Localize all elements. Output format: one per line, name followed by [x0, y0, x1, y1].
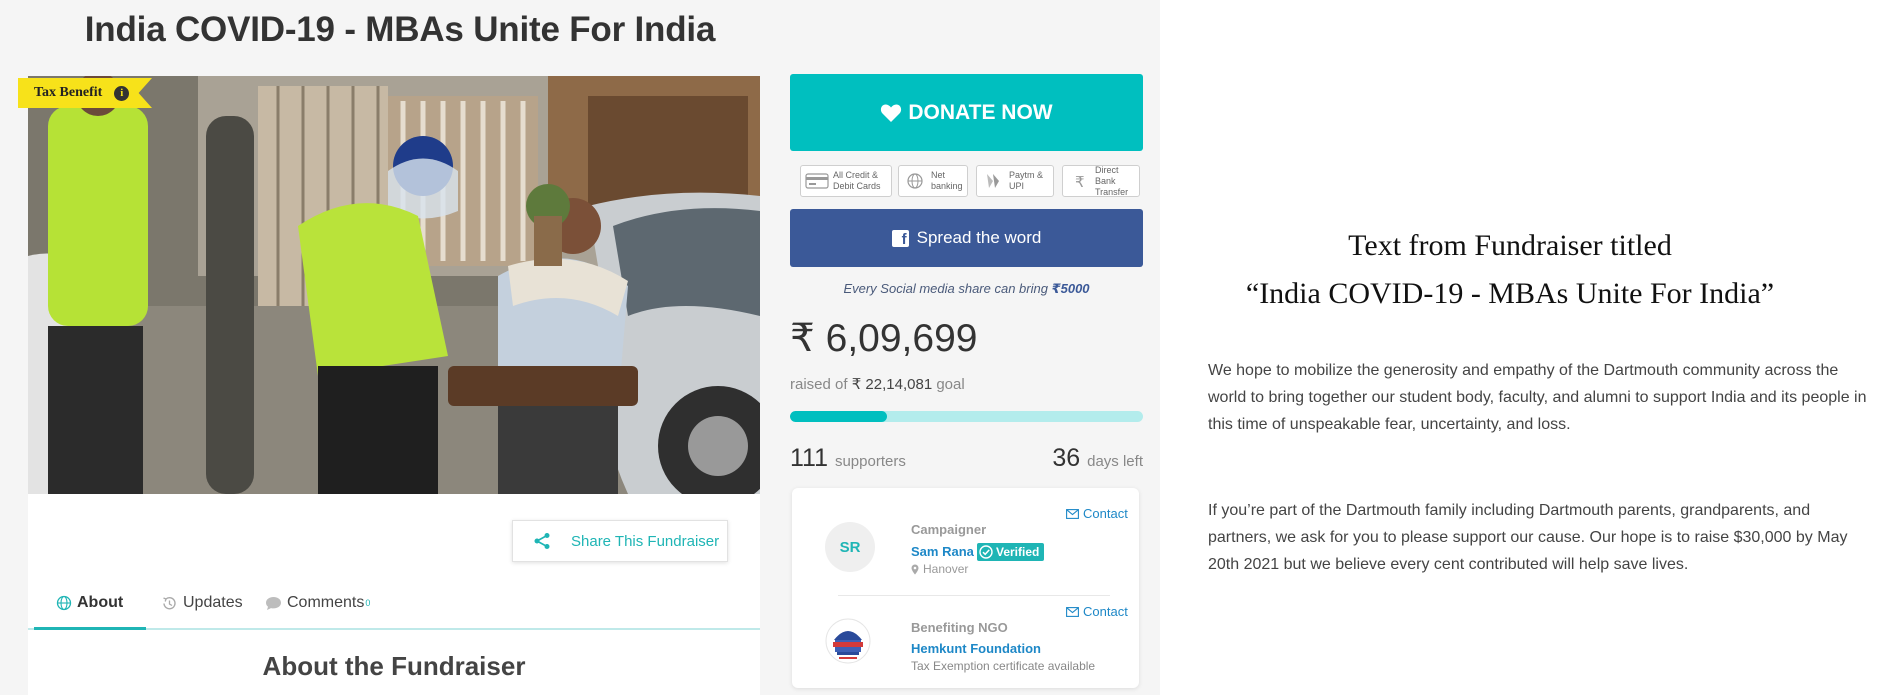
supporters-count: 111 [790, 444, 829, 472]
card-divider [838, 595, 1110, 596]
share-icon [534, 533, 550, 549]
active-tab-indicator [34, 627, 146, 630]
globe-icon [907, 173, 923, 189]
tab-updates[interactable]: Updates [161, 594, 243, 612]
tax-benefit-label: Tax Benefit [34, 85, 103, 100]
payment-option-upi: Paytm & UPI [976, 165, 1054, 197]
ngo-name[interactable]: Hemkunt Foundation [911, 641, 1041, 656]
avatar: SR [825, 522, 875, 572]
tax-benefit-badge[interactable]: Tax Benefit i [18, 78, 152, 108]
goal-prefix: raised of [790, 376, 848, 393]
supporters-stat: 111 supporters [790, 444, 906, 473]
campaigner-location: Hanover [911, 562, 968, 576]
tab-updates-label: Updates [183, 594, 243, 611]
supporters-label: supporters [834, 453, 906, 470]
payment-bank-line2: Transfer [1095, 186, 1129, 197]
days-left-stat: 36 days left [900, 444, 1143, 473]
heart-icon [881, 103, 902, 122]
days-count: 36 [1052, 444, 1081, 472]
payment-options: All Credit & Debit Cards Net banking Pay… [800, 165, 1140, 199]
ngo-tax-note: Tax Exemption certificate available [911, 659, 1096, 673]
facebook-icon: f [891, 229, 909, 247]
mail-icon [1066, 508, 1079, 519]
campaigner-contact-label: Contact [1083, 506, 1128, 521]
comment-icon [266, 596, 281, 610]
payment-upi-line1: Paytm & [1009, 170, 1044, 180]
verified-label: Verified [996, 545, 1040, 559]
fundraiser-photo [28, 76, 760, 494]
history-icon [163, 596, 176, 609]
rupee-icon: ₹ [1075, 173, 1085, 190]
campaigner-location-label: Hanover [923, 562, 969, 576]
right-panel-title: Text from Fundraiser titled “India COVID… [1180, 222, 1840, 318]
payment-cards-line1: All Credit & [833, 170, 879, 180]
location-pin-icon [911, 564, 919, 574]
right-panel-title-line1: Text from Fundraiser titled [1348, 229, 1672, 262]
ngo-contact-link[interactable]: Contact [1066, 604, 1128, 619]
share-fundraiser-label: Share This Fundraiser [571, 532, 720, 550]
payment-option-bank: ₹ Direct Bank Transfer [1062, 165, 1140, 197]
ngo-logo [825, 618, 871, 664]
right-panel-title-line2: “India COVID-19 - MBAs Unite For India” [1245, 277, 1775, 310]
spread-the-word-button[interactable]: f Spread the word [790, 209, 1143, 267]
social-share-text: Every Social media share can bring [843, 281, 1052, 296]
fundraiser-tabs: About Updates Comments 0 [28, 584, 760, 630]
campaigner-role: Campaigner [911, 522, 987, 537]
check-circle-icon [979, 545, 993, 559]
payment-cards-line2: Debit Cards [833, 181, 881, 191]
goal-amount: ₹ 22,14,081 [851, 376, 933, 393]
social-share-amount: ₹5000 [1051, 281, 1090, 296]
comments-count: 0 [365, 598, 371, 608]
days-label: days left [1087, 453, 1143, 470]
payment-option-netbanking: Net banking [898, 165, 968, 197]
campaigner-name[interactable]: Sam Rana [911, 544, 974, 559]
mail-icon [1066, 606, 1079, 617]
about-heading: About the Fundraiser [262, 651, 526, 681]
ngo-contact-label: Contact [1083, 604, 1128, 619]
upi-icon [987, 174, 999, 188]
social-share-note: Every Social media share can bring ₹5000 [790, 281, 1143, 297]
payment-upi-line2: UPI [1009, 181, 1025, 191]
campaigner-contact-link[interactable]: Contact [1066, 506, 1128, 521]
progress-fill [790, 411, 888, 422]
info-icon[interactable]: i [114, 85, 130, 101]
share-fundraiser-button[interactable]: Share This Fundraiser [512, 520, 728, 562]
page-title: India COVID-19 - MBAs Unite For India [84, 10, 716, 49]
payment-netbanking-line1: Net [931, 170, 946, 180]
spread-the-word-label: Spread the word [916, 228, 1042, 247]
tab-comments-label: Comments [287, 594, 365, 611]
payment-netbanking-line2: banking [931, 181, 963, 191]
fundraiser-paragraph-2: If you’re part of the Dartmouth family i… [1208, 502, 1848, 573]
verified-badge: Verified [977, 543, 1045, 561]
donate-now-label: DONATE NOW [908, 100, 1053, 124]
amount-raised: ₹ 6,09,699 [790, 317, 978, 360]
tab-comments[interactable]: Comments 0 [265, 594, 370, 612]
progress-bar [790, 411, 1143, 422]
payment-option-cards: All Credit & Debit Cards [800, 165, 892, 197]
globe-icon [56, 595, 72, 611]
tab-about[interactable]: About [56, 594, 123, 612]
goal-suffix: goal [936, 376, 965, 393]
fundraiser-paragraph-1: We hope to mobilize the generosity and e… [1208, 362, 1867, 433]
svg-text:₹: ₹ [1075, 173, 1085, 190]
tab-about-label: About [77, 594, 124, 611]
payment-bank-line1: Direct Bank [1095, 164, 1119, 186]
card-icon [805, 173, 829, 189]
goal-line: raised of ₹ 22,14,081 goal [790, 375, 965, 393]
ngo-role: Benefiting NGO [911, 620, 1008, 635]
donate-now-button[interactable]: DONATE NOW [790, 74, 1143, 151]
